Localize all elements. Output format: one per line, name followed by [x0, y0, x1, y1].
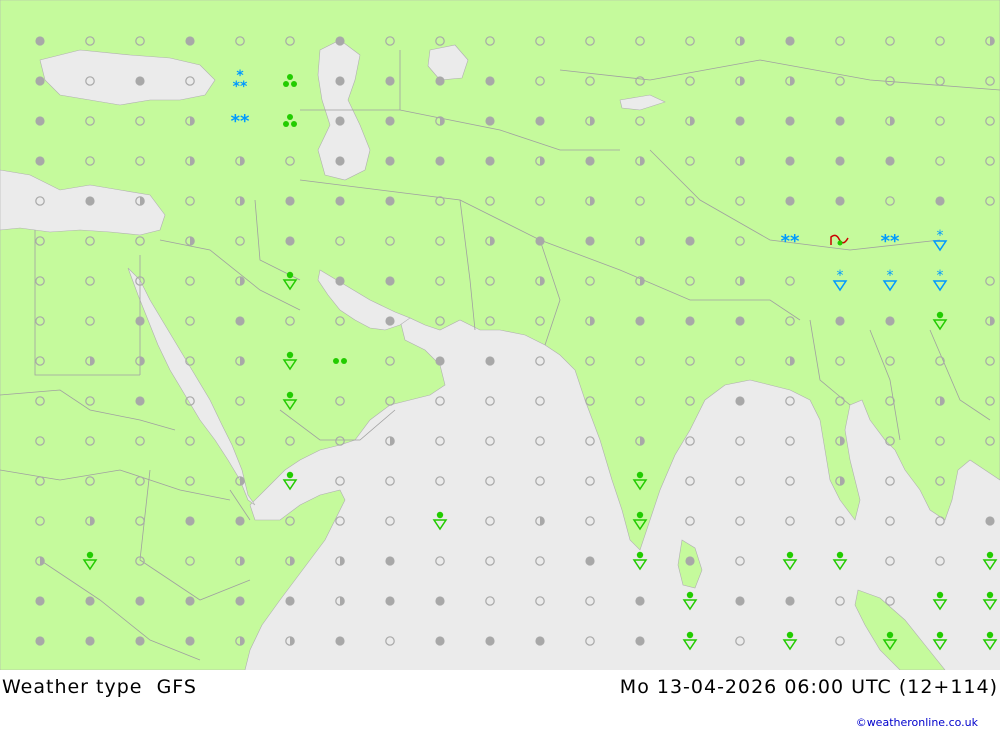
overcast-icon — [635, 316, 645, 326]
overcast-icon — [35, 636, 45, 646]
overcast-icon — [335, 36, 345, 46]
overcast-icon — [835, 156, 845, 166]
overcast-icon — [485, 156, 495, 166]
overcast-icon — [435, 76, 445, 86]
overcast-icon — [485, 76, 495, 86]
overcast-icon — [435, 596, 445, 606]
overcast-icon — [135, 316, 145, 326]
overcast-icon — [85, 596, 95, 606]
svg-text:**: ** — [233, 79, 248, 95]
overcast-icon — [785, 596, 795, 606]
overcast-icon — [185, 636, 195, 646]
overcast-icon — [635, 596, 645, 606]
overcast-icon — [335, 116, 345, 126]
weather-map: ******* ** ** * * — [0, 0, 1000, 670]
overcast-icon — [635, 636, 645, 646]
overcast-icon — [935, 196, 945, 206]
valid-time: Mo 13-04-2026 06:00 UTC (12+114) — [619, 676, 998, 698]
snow-icon: ** — [231, 111, 250, 132]
overcast-icon — [235, 596, 245, 606]
overcast-icon — [735, 116, 745, 126]
overcast-icon — [35, 76, 45, 86]
overcast-icon — [535, 116, 545, 126]
overcast-icon — [185, 516, 195, 526]
overcast-icon — [685, 236, 695, 246]
overcast-icon — [135, 76, 145, 86]
overcast-icon — [85, 636, 95, 646]
overcast-icon — [385, 116, 395, 126]
overcast-icon — [35, 116, 45, 126]
overcast-icon — [285, 196, 295, 206]
overcast-icon — [835, 316, 845, 326]
overcast-icon — [135, 596, 145, 606]
overcast-icon — [85, 196, 95, 206]
overcast-icon — [785, 196, 795, 206]
overcast-icon — [735, 316, 745, 326]
overcast-icon — [385, 156, 395, 166]
overcast-icon — [885, 316, 895, 326]
overcast-icon — [335, 276, 345, 286]
overcast-icon — [35, 36, 45, 46]
overcast-icon — [835, 196, 845, 206]
overcast-icon — [235, 316, 245, 326]
product-label: Weather type GFS — [2, 676, 197, 698]
overcast-icon — [685, 316, 695, 326]
overcast-icon — [235, 516, 245, 526]
overcast-icon — [535, 236, 545, 246]
overcast-icon — [385, 196, 395, 206]
overcast-icon — [785, 116, 795, 126]
overcast-icon — [385, 316, 395, 326]
overcast-icon — [335, 156, 345, 166]
overcast-icon — [435, 156, 445, 166]
snow-icon: ** — [781, 231, 800, 252]
overcast-icon — [435, 356, 445, 366]
overcast-icon — [985, 516, 995, 526]
overcast-icon — [885, 156, 895, 166]
overcast-icon — [335, 76, 345, 86]
overcast-icon — [585, 236, 595, 246]
overcast-icon — [435, 636, 445, 646]
overcast-icon — [185, 36, 195, 46]
overcast-icon — [335, 636, 345, 646]
model-name: GFS — [156, 676, 197, 698]
overcast-icon — [385, 556, 395, 566]
product-name: Weather type — [2, 676, 143, 698]
snow-icon: ** — [881, 231, 900, 252]
overcast-icon — [385, 276, 395, 286]
overcast-icon — [485, 356, 495, 366]
credit-link[interactable]: ©weatheronline.co.uk — [856, 716, 978, 729]
overcast-icon — [585, 156, 595, 166]
overcast-icon — [185, 596, 195, 606]
overcast-icon — [35, 156, 45, 166]
overcast-icon — [285, 596, 295, 606]
overcast-icon — [735, 396, 745, 406]
overcast-icon — [685, 556, 695, 566]
overcast-icon — [785, 156, 795, 166]
overcast-icon — [135, 396, 145, 406]
overcast-icon — [335, 196, 345, 206]
overcast-icon — [835, 116, 845, 126]
overcast-icon — [385, 76, 395, 86]
overcast-icon — [385, 596, 395, 606]
overcast-icon — [735, 596, 745, 606]
overcast-icon — [285, 236, 295, 246]
overcast-icon — [35, 596, 45, 606]
overcast-icon — [535, 636, 545, 646]
overcast-icon — [135, 636, 145, 646]
overcast-icon — [585, 556, 595, 566]
overcast-icon — [485, 116, 495, 126]
overcast-icon — [485, 636, 495, 646]
overcast-icon — [785, 36, 795, 46]
